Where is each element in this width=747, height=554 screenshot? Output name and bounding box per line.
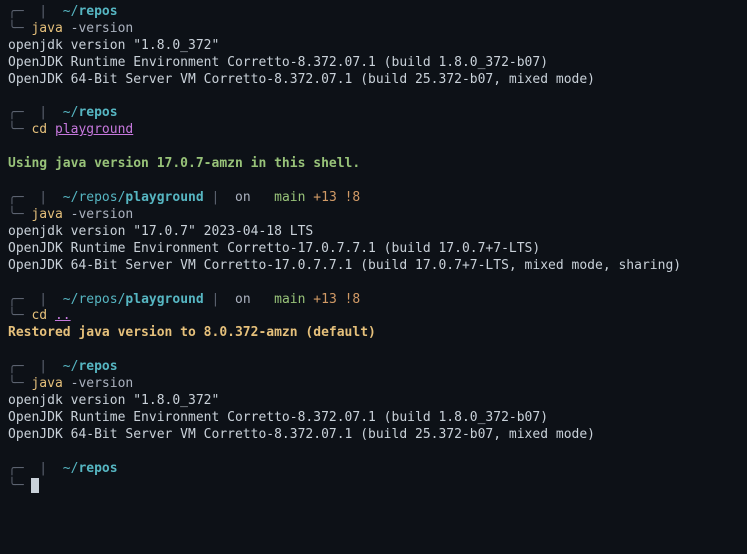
prompt-line-5-cmd[interactable]: ╰─ java -version xyxy=(8,376,739,393)
pipe-sep: | xyxy=(31,461,54,476)
folder-icon xyxy=(55,292,63,307)
path-leaf: playground xyxy=(125,190,203,205)
prompt-cap-top: ╭─ xyxy=(8,4,24,19)
prompt-cap-top: ╭─ xyxy=(8,359,24,374)
prompt-line-2-top: ╭─ | ~/repos xyxy=(8,105,739,122)
path-prefix: ~/repos/ xyxy=(63,190,126,205)
cmd-cd: cd xyxy=(31,122,47,137)
folder-icon xyxy=(55,4,63,19)
output-line: OpenJDK 64-Bit Server VM Corretto-8.372.… xyxy=(8,427,739,444)
path-leaf: repos xyxy=(78,105,117,120)
terminal-block-active: ╭─ | ~/repos ╰─ xyxy=(8,461,739,495)
cmd-args: -version xyxy=(71,376,134,391)
path-leaf: repos xyxy=(78,4,117,19)
pipe-sep: | xyxy=(31,105,54,120)
prompt-line-1-top: ╭─ | ~/repos xyxy=(8,4,739,21)
pipe-sep: | xyxy=(204,292,227,307)
terminal-block-3: ╭─ | ~/repos/playground | on main +13 !8… xyxy=(8,190,739,274)
prompt-line-6-cmd[interactable]: ╰─ xyxy=(8,478,739,495)
path-leaf: repos xyxy=(78,461,117,476)
cmd-cd: cd xyxy=(31,308,47,323)
output-line: openjdk version "17.0.7" 2023-04-18 LTS xyxy=(8,224,739,241)
prompt-line-2-cmd[interactable]: ╰─ cd playground xyxy=(8,122,739,139)
cmd-java: java xyxy=(31,376,62,391)
cmd-args: -version xyxy=(71,21,134,36)
output-line: OpenJDK Runtime Environment Corretto-8.3… xyxy=(8,410,739,427)
folder-icon xyxy=(55,105,63,120)
cmd-java: java xyxy=(31,207,62,222)
git-branch: main xyxy=(266,190,305,205)
output-line: OpenJDK Runtime Environment Corretto-8.3… xyxy=(8,55,739,72)
prompt-cap-bot: ╰─ xyxy=(8,207,24,222)
pipe-sep: | xyxy=(31,359,54,374)
prompt-cap-bot: ╰─ xyxy=(8,478,24,493)
prompt-line-4-top: ╭─ | ~/repos/playground | on main +13 !8 xyxy=(8,292,739,309)
on-label: on xyxy=(227,190,258,205)
path-tilde: ~/ xyxy=(63,4,79,19)
terminal-block-5: ╭─ | ~/repos ╰─ java -version openjdk ve… xyxy=(8,359,739,443)
sdkman-message-enter: Using java version 17.0.7-amzn in this s… xyxy=(8,156,739,173)
path-leaf: repos xyxy=(78,359,117,374)
prompt-cap-top: ╭─ xyxy=(8,461,24,476)
prompt-line-3-cmd[interactable]: ╰─ java -version xyxy=(8,207,739,224)
prompt-cap-top: ╭─ xyxy=(8,292,24,307)
output-line: OpenJDK Runtime Environment Corretto-17.… xyxy=(8,241,739,258)
output-line: OpenJDK 64-Bit Server VM Corretto-8.372.… xyxy=(8,72,739,89)
prompt-cap-top: ╭─ xyxy=(8,105,24,120)
prompt-cap-top: ╭─ xyxy=(8,190,24,205)
output-line: openjdk version "1.8.0_372" xyxy=(8,38,739,55)
folder-icon xyxy=(55,190,63,205)
prompt-line-4-cmd[interactable]: ╰─ cd .. xyxy=(8,308,739,325)
path-prefix: ~/repos/ xyxy=(63,292,126,307)
path-tilde: ~/ xyxy=(63,359,79,374)
terminal-block-2: ╭─ | ~/repos ╰─ cd playground xyxy=(8,105,739,139)
prompt-cap-bot: ╰─ xyxy=(8,308,24,323)
prompt-cap-bot: ╰─ xyxy=(8,122,24,137)
prompt-line-3-top: ╭─ | ~/repos/playground | on main +13 !8 xyxy=(8,190,739,207)
sdkman-message-restore: Restored java version to 8.0.372-amzn (d… xyxy=(8,325,739,342)
folder-icon xyxy=(55,359,63,374)
cmd-java: java xyxy=(31,21,62,36)
path-leaf: playground xyxy=(125,292,203,307)
prompt-cap-bot: ╰─ xyxy=(8,376,24,391)
pipe-sep: | xyxy=(31,292,54,307)
path-tilde: ~/ xyxy=(63,461,79,476)
terminal-cursor[interactable] xyxy=(31,478,39,493)
cd-target: playground xyxy=(55,122,133,137)
output-line: OpenJDK 64-Bit Server VM Corretto-17.0.7… xyxy=(8,258,739,275)
git-status: +13 !8 xyxy=(305,190,360,205)
cmd-args: -version xyxy=(71,207,134,222)
prompt-line-6-top: ╭─ | ~/repos xyxy=(8,461,739,478)
terminal-block-4: ╭─ | ~/repos/playground | on main +13 !8… xyxy=(8,292,739,326)
folder-icon xyxy=(55,461,63,476)
pipe-sep: | xyxy=(31,190,54,205)
pipe-sep: | xyxy=(204,190,227,205)
prompt-line-1-cmd[interactable]: ╰─ java -version xyxy=(8,21,739,38)
pipe-sep: | xyxy=(31,4,54,19)
terminal-block-1: ╭─ | ~/repos ╰─ java -version openjdk ve… xyxy=(8,4,739,88)
output-line: openjdk version "1.8.0_372" xyxy=(8,393,739,410)
prompt-line-5-top: ╭─ | ~/repos xyxy=(8,359,739,376)
cd-target: .. xyxy=(55,308,71,323)
git-branch: main xyxy=(266,292,305,307)
git-status: +13 !8 xyxy=(305,292,360,307)
on-label: on xyxy=(227,292,258,307)
path-tilde: ~/ xyxy=(63,105,79,120)
prompt-cap-bot: ╰─ xyxy=(8,21,24,36)
